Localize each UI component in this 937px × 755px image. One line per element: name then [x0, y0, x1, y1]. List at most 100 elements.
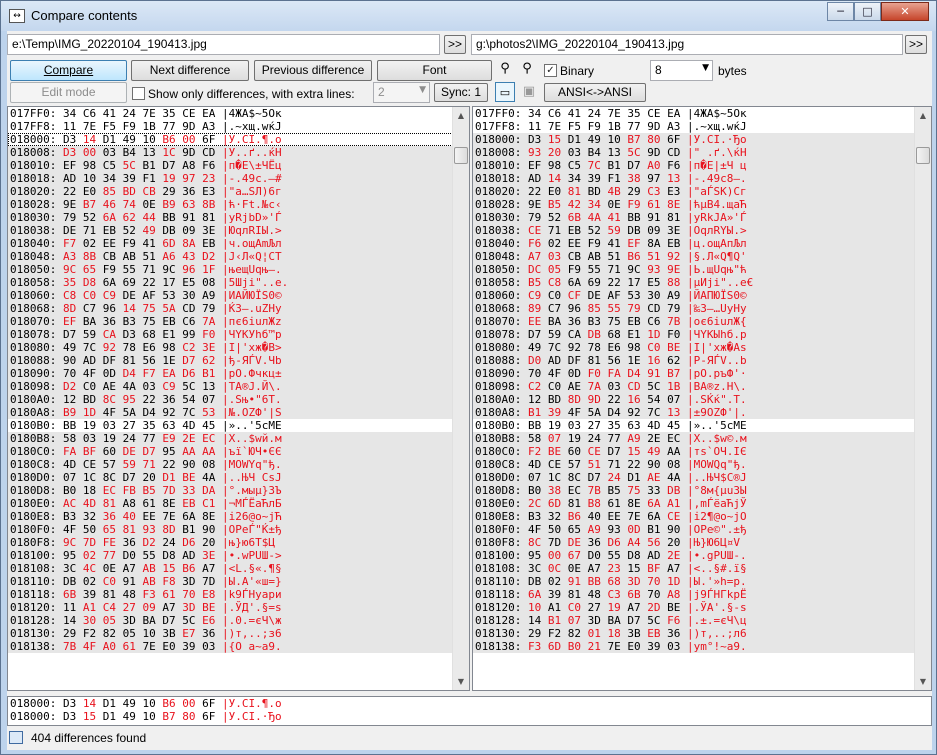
- hex-row[interactable]: 0180C0: F2 BE 60 CE D7 15 49 AA |тѕ`ОЧ.I…: [473, 445, 931, 458]
- hex-byte[interactable]: 4A: [123, 380, 136, 393]
- hex-byte[interactable]: EB: [627, 315, 640, 328]
- hex-byte[interactable]: 1C: [162, 146, 175, 159]
- hex-byte[interactable]: 5C: [182, 614, 195, 627]
- hex-byte[interactable]: 8A: [647, 237, 660, 250]
- hex-byte[interactable]: EF: [63, 159, 76, 172]
- hex-byte[interactable]: 62: [202, 354, 215, 367]
- hex-byte[interactable]: 0D: [627, 523, 640, 536]
- hex-row[interactable]: 018020: 22 E0 81 BD 4B 29 C3 E3 |"аЃSK)С…: [473, 185, 931, 198]
- hex-byte[interactable]: F6: [667, 159, 680, 172]
- hex-byte[interactable]: 24: [607, 471, 620, 484]
- hex-byte[interactable]: 05: [103, 614, 116, 627]
- hex-byte[interactable]: FA: [607, 367, 620, 380]
- hex-byte[interactable]: D6: [607, 536, 620, 549]
- hex-byte[interactable]: 6F: [202, 133, 215, 146]
- hex-byte[interactable]: 7C: [588, 159, 601, 172]
- hex-byte[interactable]: 00: [182, 133, 195, 146]
- hex-byte[interactable]: 15: [83, 710, 96, 723]
- hex-byte[interactable]: 97: [182, 172, 195, 185]
- hex-byte[interactable]: A3: [63, 250, 76, 263]
- hex-row[interactable]: 0180E8: B3 32 36 40 EE 7E 6A 8E |і26@о~j…: [8, 510, 469, 523]
- hex-byte[interactable]: 13: [667, 406, 680, 419]
- hex-byte[interactable]: 57: [568, 458, 581, 471]
- hex-byte[interactable]: 8A: [182, 237, 195, 250]
- find-binoculars-icon[interactable]: ⚲: [495, 59, 515, 79]
- hex-byte[interactable]: 09: [647, 224, 660, 237]
- hex-byte[interactable]: 65: [83, 263, 96, 276]
- hex-byte[interactable]: 56: [647, 536, 660, 549]
- hex-byte[interactable]: 75: [142, 315, 155, 328]
- hex-byte[interactable]: B5: [142, 484, 155, 497]
- hex-byte[interactable]: DB: [588, 328, 601, 341]
- hex-byte[interactable]: AC: [63, 497, 76, 510]
- hex-byte[interactable]: 10: [142, 627, 155, 640]
- hex-byte[interactable]: BB: [63, 419, 76, 432]
- hex-row[interactable]: 018088: D0 AD DF 81 56 1E 16 62 |Р-ЯЃV..…: [473, 354, 931, 367]
- extra-lines-select[interactable]: 2 ▼: [373, 82, 430, 103]
- hex-byte[interactable]: 4D: [647, 419, 660, 432]
- hex-byte[interactable]: 53: [162, 289, 175, 302]
- hex-byte[interactable]: 93: [528, 146, 541, 159]
- hex-byte[interactable]: 92: [627, 406, 640, 419]
- hex-byte[interactable]: 51: [647, 250, 660, 263]
- hex-byte[interactable]: B1: [548, 614, 561, 627]
- hex-byte[interactable]: 54: [182, 393, 195, 406]
- hex-byte[interactable]: 49: [123, 697, 136, 710]
- hex-byte[interactable]: 4F: [83, 640, 96, 653]
- hex-byte[interactable]: 24: [162, 536, 175, 549]
- hex-byte[interactable]: 07: [63, 471, 76, 484]
- hex-byte[interactable]: 14: [528, 614, 541, 627]
- hex-byte[interactable]: 22: [607, 276, 620, 289]
- hex-byte[interactable]: 1E: [627, 354, 640, 367]
- hex-byte[interactable]: D7: [627, 159, 640, 172]
- hex-byte[interactable]: 90: [667, 523, 680, 536]
- hex-byte[interactable]: 19: [607, 601, 620, 614]
- hex-byte[interactable]: 30: [83, 614, 96, 627]
- hex-row[interactable]: 018038: CE 71 EB 52 59 DB 09 3E |ОqлRYЫ.…: [473, 224, 931, 237]
- hex-row[interactable]: 018080: 49 7C 92 78 E6 98 C0 BE |I|'xж�А…: [473, 341, 931, 354]
- hex-byte[interactable]: A6: [162, 250, 175, 263]
- hex-byte[interactable]: 81: [667, 211, 680, 224]
- hex-byte[interactable]: 8D: [162, 523, 175, 536]
- hex-byte[interactable]: 5C: [627, 146, 640, 159]
- hex-row[interactable]: 018090: 70 4F 0D F0 FA D4 91 B7 |pO.ръФ'…: [473, 367, 931, 380]
- hex-byte[interactable]: 90: [202, 523, 215, 536]
- hex-row[interactable]: 0180E0: 2C 6D 81 B8 61 8E 6A A1 |,mЃёaЋj…: [473, 497, 931, 510]
- hex-byte[interactable]: 52: [548, 211, 561, 224]
- hex-byte[interactable]: 07: [548, 432, 561, 445]
- hex-row[interactable]: 0180B0: BB 19 03 27 35 63 4D 45 |»..'5cM…: [8, 419, 469, 432]
- hex-byte[interactable]: 7C: [647, 406, 660, 419]
- hex-byte[interactable]: BE: [667, 601, 680, 614]
- hex-byte[interactable]: 49: [528, 341, 541, 354]
- hex-row[interactable]: 018100: 95 02 77 D0 55 D8 AD 3E |•.wРUШ-…: [8, 549, 469, 562]
- hex-row[interactable]: 018040: F7 02 EE F9 41 6D 8A EB |ч.ощAmЉ…: [8, 237, 469, 250]
- hex-byte[interactable]: 02: [83, 575, 96, 588]
- hex-byte[interactable]: 1B: [142, 120, 155, 133]
- hex-byte[interactable]: D8: [627, 549, 640, 562]
- hex-byte[interactable]: 41: [607, 211, 620, 224]
- hex-byte[interactable]: D3: [123, 328, 136, 341]
- hex-byte[interactable]: D4: [607, 406, 620, 419]
- hex-byte[interactable]: 89: [528, 302, 541, 315]
- hex-byte[interactable]: CD: [627, 380, 640, 393]
- hex-byte[interactable]: 4D: [528, 458, 541, 471]
- hex-byte[interactable]: DF: [568, 354, 581, 367]
- hex-byte[interactable]: 02: [548, 575, 561, 588]
- hex-row[interactable]: 018048: A7 03 CB AB 51 B6 51 92 |§.Л«Q¶Q…: [473, 250, 931, 263]
- hex-row[interactable]: 018028: 9E B5 42 34 0E F9 61 8E |ћµB4.щa…: [473, 198, 931, 211]
- hex-byte[interactable]: BD: [83, 393, 96, 406]
- hex-byte[interactable]: CE: [588, 445, 601, 458]
- hex-byte[interactable]: B7: [627, 133, 640, 146]
- hex-byte[interactable]: C0: [647, 341, 660, 354]
- hex-byte[interactable]: F1: [142, 172, 155, 185]
- hex-byte[interactable]: B0: [63, 484, 76, 497]
- hex-byte[interactable]: 51: [607, 250, 620, 263]
- hex-byte[interactable]: 7C: [83, 341, 96, 354]
- hex-byte[interactable]: F6: [202, 159, 215, 172]
- hex-byte[interactable]: 67: [568, 549, 581, 562]
- hex-byte[interactable]: D7: [63, 328, 76, 341]
- hex-byte[interactable]: 3D: [182, 601, 195, 614]
- hex-byte[interactable]: 49: [647, 445, 660, 458]
- hex-byte[interactable]: 02: [83, 549, 96, 562]
- hex-byte[interactable]: 62: [667, 354, 680, 367]
